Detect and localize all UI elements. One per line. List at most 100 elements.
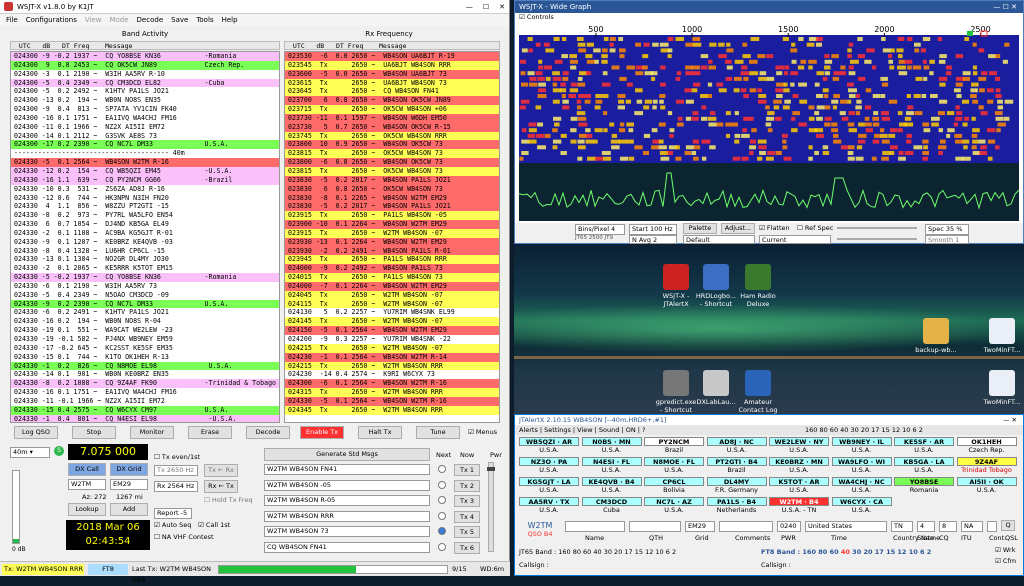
desktop-icon[interactable]: backup-wb... [914, 318, 958, 354]
log-qso-button[interactable]: Log QSO [14, 426, 58, 439]
message-row[interactable]: 024300 -6 0.1 2564 ~ WB4SON W2TM R-16 [285, 379, 499, 389]
menu-item-file[interactable]: File [6, 16, 18, 24]
tx-freq-input[interactable]: Tx 2650 Hz [154, 465, 198, 476]
message-row[interactable]: 024330 -12 0.2 154 ~ CQ WB5QZI EM45 -U.S… [11, 166, 279, 176]
message-row[interactable]: 023530 -6 0.0 2650 ~ WB4SON UA6BJT R-19 [285, 52, 499, 61]
menu-item-save[interactable]: Save [171, 16, 188, 24]
jtalert-menu[interactable]: Alerts | Settings | View | Sound | ON | … [519, 426, 645, 434]
message-row[interactable]: 024330 -6 0.1 2190 ~ W3IH AA5RV 73 [11, 281, 279, 291]
dx-call-input[interactable]: W2TM [68, 479, 106, 490]
tx-now-button-6[interactable]: Tx 6 [454, 541, 480, 554]
tx-even-checkbox[interactable]: ☐ Tx even/1st [154, 453, 200, 461]
callsign-cell[interactable]: WB5QZI · AR [519, 437, 579, 446]
message-row[interactable]: 023915 Tx 2650 ~ W2TM WB4SON -07 [285, 228, 499, 238]
message-row[interactable]: 023700 6 0.8 2650 ~ WB4SON OK5CW JN89 [285, 96, 499, 106]
add-button[interactable]: Add [110, 503, 148, 516]
message-row[interactable]: 023615 Tx 2650 ~ UA6BJT WB4SON 73 [285, 78, 499, 88]
qsl-checkbox[interactable] [987, 521, 997, 532]
erase-button[interactable]: Erase [188, 426, 232, 439]
message-row[interactable]: 024330 -8 0.2 1088 ~ CQ 9Z4AF FK90 -Trin… [11, 379, 279, 389]
callsign-cell[interactable]: PY2NCM [644, 437, 704, 446]
message-row[interactable]: 024330 -11 -0.1 1966 ~ NZ2X AI5II EM72 [11, 396, 279, 406]
country-select[interactable]: United States [805, 521, 887, 532]
message-row[interactable]: 023800 -6 0.8 2650 ~ WB4SON OK5CW 73 [285, 158, 499, 167]
desktop-icon[interactable]: Ham Radio Deluxe [736, 264, 780, 308]
message-row[interactable]: 024200 -9 0.3 2257 ~ YU7RIM WB4SNK -22 [285, 335, 499, 344]
message-row[interactable]: 023545 Tx 2650 ~ UA6BJT WB4SON RRR [285, 60, 499, 70]
message-row[interactable]: 024000 -9 0.2 2492 ~ WB4SON PA1LS 73 [285, 264, 499, 274]
power-slider-handle[interactable] [487, 467, 495, 471]
menu-item-tools[interactable]: Tools [196, 16, 213, 24]
enable-tx-button[interactable]: Enable Tx [300, 426, 344, 439]
message-row[interactable]: 024330 -13 0.1 1384 ~ NO2GR DL4MY JO30 [11, 255, 279, 265]
message-row[interactable]: 024330 -16 0.2 194 ~ WB0N NO8S R-04 [11, 317, 279, 327]
message-row[interactable]: 024330 -5 -0.2 1937 ~ CQ YO8BSE KN36 -Ro… [11, 273, 279, 282]
menu-item-help[interactable]: Help [222, 16, 238, 24]
callsign-cell[interactable]: CP6CL [644, 477, 704, 486]
maximize-icon[interactable]: ☐ [483, 3, 489, 11]
message-row[interactable]: 024300 -11 0.1 1966 ~ NZ2X AI5II EM72 [11, 122, 279, 132]
callsign-cell[interactable]: KE4QVB · B4 [581, 477, 642, 486]
callsign-cell[interactable]: 9Z4AF [956, 457, 1017, 466]
tx-from-rx-button[interactable]: Tx ← Rx [204, 464, 238, 477]
cq-zone-select[interactable]: 4 [917, 521, 935, 532]
desktop-icon[interactable]: gpredict.exe - Shortcut [654, 370, 698, 414]
callsign-cell[interactable]: KG5GJT · LA [519, 477, 579, 486]
message-row[interactable]: 024300 -17 0.2 2390 ~ CQ NC7L DM33 U.S.A… [11, 140, 279, 150]
smooth-spinbox[interactable]: Smooth 1 [925, 235, 969, 244]
continent-select[interactable]: NA [961, 521, 983, 532]
next-radio-1[interactable] [438, 465, 446, 473]
desktop-icon[interactable]: WSJT-X - JTAlertX [654, 264, 698, 308]
message-row[interactable]: 024330 -15 0.1 744 ~ K1TO OK1HEH R-13 [11, 352, 279, 362]
callsign-cell[interactable]: CM3DCD [581, 497, 642, 506]
message-row[interactable]: 024300 9 0.8 2453 ~ CQ OK5CW JN89 Czech … [11, 60, 279, 70]
next-radio-3[interactable] [438, 496, 446, 504]
message-row[interactable]: 024330 -10 0.3 531 ~ ZS6ZA AD8J R-16 [11, 184, 279, 194]
spec-percent[interactable]: Spec 35 % [925, 224, 969, 235]
message-row[interactable]: 024330 -9 0.2 2390 ~ CQ NC7L DM33 U.S.A. [11, 299, 279, 309]
callsign-cell[interactable]: NC7L · AZ [644, 497, 704, 506]
message-row[interactable]: 023730 -11 0.1 1597 ~ WB4SON W6DH EM50 [285, 113, 499, 123]
callsign-cell[interactable]: KB5GA · LA [894, 457, 954, 466]
tx-message-input-6[interactable]: CQ WB4SON FN41 [264, 541, 430, 553]
message-row[interactable]: 024330 -16 0.1 1751 ~ EA1IVQ WA4CHJ FM16 [11, 388, 279, 397]
tx-now-button-5[interactable]: Tx 5 [454, 526, 480, 538]
message-row[interactable]: 024330 -2 0.1 1108 ~ AC9BA KG5GJT R-01 [11, 228, 279, 238]
callsign-cell[interactable]: N0BS · MN [581, 437, 642, 446]
message-row[interactable]: 023830 -8 0.1 2265 ~ WB4SON W2TM EM29 [285, 193, 499, 203]
menu-item-configurations[interactable]: Configurations [26, 16, 77, 24]
tx-now-button-1[interactable]: Tx 1 [454, 464, 480, 476]
message-row[interactable]: 024000 -7 0.1 2264 ~ WB4SON W2TM EM29 [285, 281, 499, 291]
callsign-cell[interactable]: WE2LEW · NY [769, 437, 829, 446]
callsign-cell[interactable]: AD8J · NC [706, 437, 767, 446]
desktop-icon[interactable]: DXLabLau... [694, 370, 738, 406]
controls-checkbox[interactable]: ☑ Controls [515, 13, 1023, 23]
message-row[interactable]: 023730 5 0.7 2650 ~ WB4SON OK5CW R-15 [285, 122, 499, 132]
dx-grid-button[interactable]: DX Grid [110, 463, 148, 476]
minimize-icon[interactable]: — [466, 3, 473, 11]
message-row[interactable]: 024330 6 0.7 1054 ~ DJ4ND KB5GA EL49 [11, 220, 279, 229]
callsign-cell[interactable]: AI5II · OK [956, 477, 1017, 486]
halt-tx-button[interactable]: Halt Tx [358, 426, 402, 439]
palette-select[interactable]: Default [683, 235, 755, 244]
message-row[interactable]: 024300 -9 -0.2 1937 ~ CQ YO8BSE KN36 -Ro… [11, 52, 279, 61]
menu-item-decode[interactable]: Decode [137, 16, 164, 24]
message-row[interactable]: 023645 Tx 2650 ~ CQ WB4SON FN41 [285, 87, 499, 97]
message-row[interactable]: 023900 -10 0.1 2264 ~ WB4SON W2TM EM29 [285, 220, 499, 229]
message-row[interactable]: 024115 Tx 2650 ~ W2TM WB4SON -07 [285, 299, 499, 309]
tx-message-input-2[interactable]: W2TM WB4SON -05 [264, 479, 430, 491]
ref-spec-checkbox[interactable]: ☐ Ref Spec [797, 224, 833, 232]
message-row[interactable]: 024330 -16 1.1 639 ~ CQ PY2NCM GG66 -Bra… [11, 175, 279, 185]
callsign-cell[interactable]: PA1LS · B4 [706, 497, 767, 506]
state-select[interactable]: TN [891, 521, 913, 532]
message-row[interactable]: 024300 -14 0.1 2112 ~ G3SVK AE8S 73 [11, 131, 279, 141]
message-row[interactable]: 024300 -5 0.4 2349 ~ CQ CM3DCD EL82 -Cub… [11, 78, 279, 88]
bins-per-pixel[interactable]: Bins/Pixel 4 [575, 224, 625, 235]
message-row[interactable]: 024330 -17 -0.2 645 ~ KC2SST KE5SF EM35 [11, 343, 279, 353]
message-row[interactable]: 023930 -13 0.1 2264 ~ WB4SON W2TM EM29 [285, 237, 499, 247]
message-row[interactable]: 024330 -2 0.1 2065 ~ KE5RRR K5TOT EM15 [11, 264, 279, 274]
callsign-cell[interactable]: W6CYX · CA [831, 497, 892, 506]
message-row[interactable]: 023815 Tx 2650 ~ OK5CW WB4SON 73 [285, 166, 499, 176]
callsign-cell[interactable]: OK1HEH [956, 437, 1017, 446]
callsign-cell[interactable]: NZ3O · PA [519, 457, 579, 466]
